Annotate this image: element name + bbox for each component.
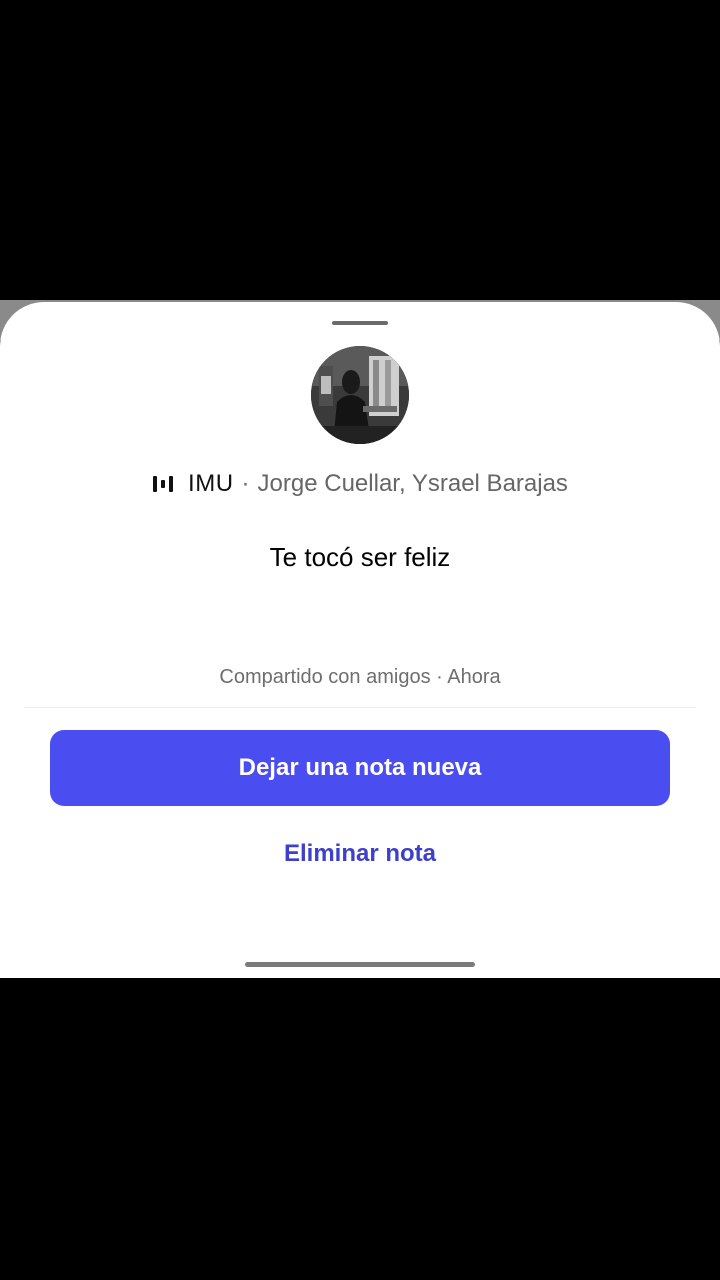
music-attribution[interactable]: IMU · Jorge Cuellar, Ysrael Barajas (0, 466, 720, 502)
divider (24, 707, 696, 708)
shared-status: Compartido con amigos · Ahora (219, 666, 501, 688)
sheet-drag-handle[interactable] (332, 321, 388, 325)
avatar (311, 346, 409, 444)
home-indicator[interactable] (245, 962, 475, 967)
music-bars-icon (153, 476, 174, 492)
song-artists: Jorge Cuellar, Ysrael Barajas (257, 470, 568, 497)
delete-note-button[interactable]: Eliminar nota (0, 840, 720, 868)
song-separator: · (241, 470, 250, 497)
screen: IMU · Jorge Cuellar, Ysrael Barajas Te t… (0, 0, 720, 1280)
new-note-button[interactable]: Dejar una nota nueva (50, 730, 670, 806)
note-bottom-sheet: IMU · Jorge Cuellar, Ysrael Barajas Te t… (0, 302, 720, 978)
note-text: Te tocó ser feliz (269, 542, 451, 572)
song-title: IMU (188, 470, 234, 497)
